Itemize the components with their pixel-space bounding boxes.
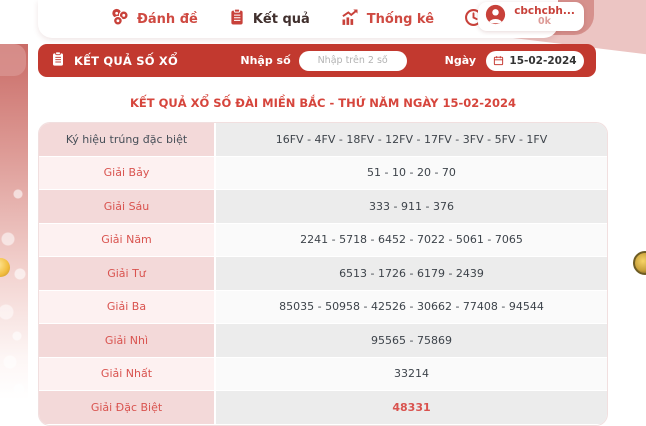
prize-label: Ký hiệu trúng đặc biệt <box>39 123 216 156</box>
prize-label: Giải Nhất <box>39 358 216 391</box>
prize-label: Giải Năm <box>39 224 216 257</box>
nav-item-thong-ke[interactable]: Thống kê <box>340 7 434 31</box>
gold-coin-decoration <box>633 251 646 275</box>
table-row: Giải Nhì 95565 - 75869 <box>39 324 607 358</box>
nav-item-label: Thống kê <box>367 12 434 27</box>
nav-item-label: Đánh đề <box>137 12 198 27</box>
nav-item-ket-qua[interactable]: Kết quả <box>228 8 310 30</box>
date-label: Ngày <box>445 54 476 67</box>
calendar-icon <box>493 51 504 70</box>
prize-label: Giải Bảy <box>39 157 216 190</box>
results-table-body: Ký hiệu trúng đặc biệt 16FV - 4FV - 18FV… <box>39 123 607 425</box>
prize-value: 333 - 911 - 376 <box>216 190 607 223</box>
prize-value: 33214 <box>216 358 607 391</box>
user-account-badge[interactable]: cbchcbh... 0k <box>478 2 584 31</box>
prize-label: Giải Đặc Biệt <box>39 391 216 424</box>
prize-label: Giải Ba <box>39 291 216 324</box>
lottery-balls-icon <box>110 7 130 31</box>
prize-value: 6513 - 1726 - 6179 - 2439 <box>216 257 607 290</box>
table-row: Giải Nhất 33214 <box>39 358 607 392</box>
table-row: Ký hiệu trúng đặc biệt 16FV - 4FV - 18FV… <box>39 123 607 157</box>
date-picker[interactable]: 15-02-2024 <box>486 51 584 71</box>
prize-label: Giải Sáu <box>39 190 216 223</box>
prize-value: 16FV - 4FV - 18FV - 12FV - 17FV - 3FV - … <box>216 123 607 156</box>
prize-value: 85035 - 50958 - 42526 - 30662 - 77408 - … <box>216 291 607 324</box>
stats-chart-icon <box>340 7 360 31</box>
clipboard-icon-white <box>50 51 66 71</box>
results-table: Ký hiệu trúng đặc biệt 16FV - 4FV - 18FV… <box>38 122 608 426</box>
page-title: KẾT QUẢ XỔ SỐ ĐÀI MIỀN BẮC - THỨ NĂM NGÀ… <box>38 96 608 110</box>
prize-value: 2241 - 5718 - 6452 - 7022 - 5061 - 7065 <box>216 224 607 257</box>
table-row: Giải Tư 6513 - 1726 - 6179 - 2439 <box>39 257 607 291</box>
number-search-input[interactable] <box>299 51 407 71</box>
date-value: 15-02-2024 <box>509 55 576 67</box>
nav-item-label: Kết quả <box>253 12 310 27</box>
prize-label: Giải Tư <box>39 257 216 290</box>
prize-value: 48331 <box>216 391 607 424</box>
prize-value: 51 - 10 - 20 - 70 <box>216 157 607 190</box>
table-row: Giải Bảy 51 - 10 - 20 - 70 <box>39 157 607 191</box>
clipboard-icon <box>228 8 246 30</box>
table-row: Giải Sáu 333 - 911 - 376 <box>39 190 607 224</box>
result-bar-title: KẾT QUẢ SỐ XỔ <box>74 54 178 68</box>
number-input-label: Nhập số <box>240 54 290 67</box>
table-row: Giải Năm 2241 - 5718 - 6452 - 7022 - 506… <box>39 224 607 258</box>
prize-value: 95565 - 75869 <box>216 324 607 357</box>
avatar-icon <box>485 4 506 29</box>
nav-item-danh-de[interactable]: Đánh đề <box>110 7 198 31</box>
left-bubble-strip <box>0 44 28 400</box>
balance: 0k <box>538 17 551 28</box>
prize-label: Giải Nhì <box>39 324 216 357</box>
table-row: Giải Đặc Biệt 48331 <box>39 391 607 425</box>
left-strip-cap <box>0 44 26 76</box>
table-row: Giải Ba 85035 - 50958 - 42526 - 30662 - … <box>39 291 607 325</box>
result-header-bar: KẾT QUẢ SỐ XỔ Nhập số Ngày 15-02-2024 <box>38 44 596 77</box>
